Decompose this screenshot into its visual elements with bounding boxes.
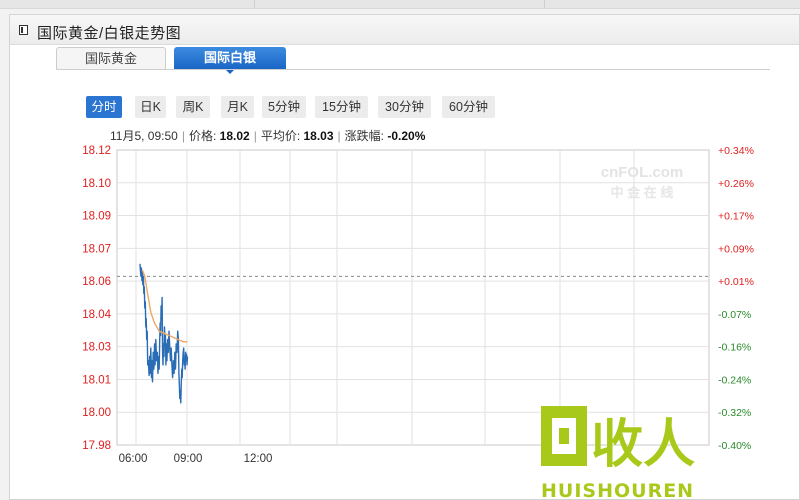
y-axis-right-labels: +0.34% +0.26% +0.17% +0.09% +0.01% -0.07% -0.1… (718, 145, 754, 452)
cnfol-watermark: cnFOL.com (601, 164, 684, 181)
y-tick-right-label: +0.09% (718, 243, 754, 255)
y-tick-right-label: -0.24% (718, 374, 751, 386)
intraday-price-chart: 18.12 18.10 18.09 18.07 18.06 18.04 18.03 18.01… (82, 145, 754, 500)
y-tick-left-label: 18.09 (82, 211, 111, 223)
y-tick-left-label: 18.07 (82, 243, 111, 255)
logo-square-core (559, 428, 569, 444)
x-tick-label: 09:00 (174, 453, 203, 465)
x-tick-label: 12:00 (244, 453, 273, 465)
y-tick-left-label: 18.04 (82, 309, 111, 321)
y-tick-left-label: 18.10 (82, 178, 111, 190)
y-tick-right-label: -0.16% (718, 342, 751, 354)
logo-chars: 收人 (591, 415, 695, 475)
y-tick-right-label: +0.01% (718, 276, 754, 288)
y-tick-right-label: +0.17% (718, 211, 754, 223)
logo-english-text: HUISHOUREN (541, 480, 694, 500)
y-tick-right-label: +0.26% (718, 178, 754, 190)
y-tick-left-label: 18.03 (82, 342, 111, 354)
y-tick-left-label: 18.12 (82, 145, 111, 157)
y-tick-right-label: -0.40% (718, 440, 751, 452)
huishouren-logo: 收人 HUISHOUREN (541, 406, 695, 500)
y-tick-left-label: 18.00 (82, 407, 111, 419)
y-tick-right-label: -0.07% (718, 309, 751, 321)
x-axis-labels: 06:00 09:00 12:00 (119, 453, 273, 465)
x-tick-label: 06:00 (119, 453, 148, 465)
y-tick-left-label: 18.06 (82, 276, 111, 288)
y-tick-left-label: 18.01 (82, 374, 111, 386)
y-axis-left-labels: 18.12 18.10 18.09 18.07 18.06 18.04 18.03 18.01… (82, 145, 111, 452)
y-tick-right-label: -0.32% (718, 407, 751, 419)
y-tick-right-label: +0.34% (718, 145, 754, 157)
cnfol-cn-watermark: 中 金 在 线 (611, 185, 674, 200)
y-tick-left-label: 17.98 (82, 440, 111, 452)
